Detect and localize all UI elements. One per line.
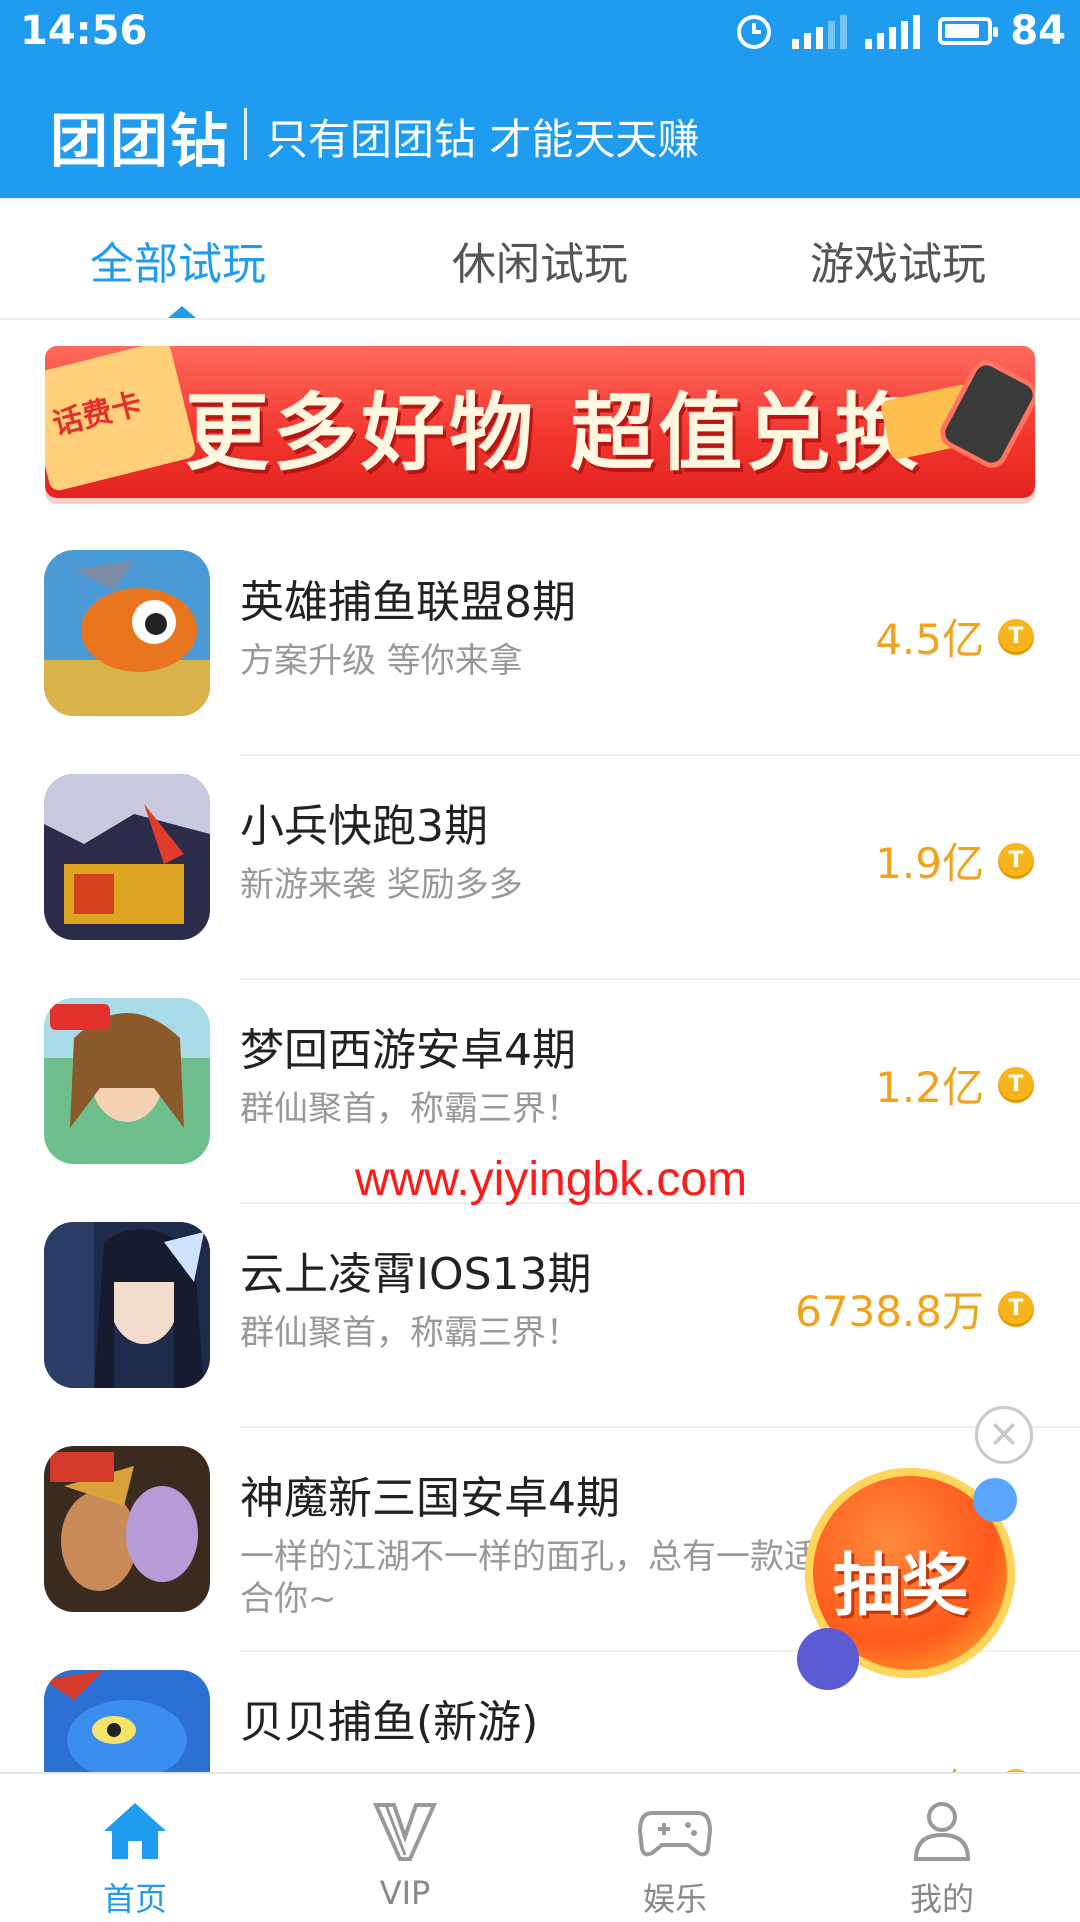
battery-level: 84	[1010, 8, 1066, 54]
item-title: 云上凌霄IOS13期	[240, 1249, 592, 1300]
gamepad-icon	[638, 1811, 712, 1857]
coin-icon: T	[998, 842, 1034, 879]
list-item[interactable]: 云上凌霄IOS13期 群仙聚首，称霸三界！ 6738.8万 T	[0, 1204, 1080, 1428]
coin-icon: T	[998, 1066, 1034, 1103]
item-title: 贝贝捕鱼(新游)	[240, 1697, 539, 1748]
nav-entertainment[interactable]: 娱乐	[595, 1796, 755, 1920]
home-icon	[104, 1803, 166, 1859]
item-subtitle: 方案升级 等你来拿	[240, 641, 523, 681]
coin-icon: T	[998, 1290, 1034, 1327]
nav-vip-label: VIP	[379, 1874, 431, 1912]
game-thumbnail	[44, 774, 210, 940]
nav-me-label: 我的	[909, 1880, 974, 1918]
user-icon	[913, 1802, 971, 1861]
app-slogan: 只有团团钻 才能天天赚	[266, 115, 700, 164]
app-title: 团团钻	[50, 107, 231, 175]
tab-game-trial[interactable]: 游戏试玩	[810, 228, 986, 292]
reward: 4.5亿 T	[875, 606, 1034, 667]
item-subtitle: 一样的江湖不一样的面孔，总有一款适合你~	[240, 1537, 818, 1619]
category-tabs: 全部试玩 休闲试玩 游戏试玩	[0, 198, 1080, 320]
item-title: 小兵快跑3期	[240, 801, 488, 852]
item-title: 神魔新三国安卓4期	[240, 1473, 620, 1524]
status-bar: 14:56 84	[0, 0, 1080, 66]
game-thumbnail	[44, 1446, 210, 1612]
coin-icon: T	[998, 618, 1034, 655]
vip-icon	[372, 1803, 438, 1861]
list-item[interactable]: 英雄捕鱼联盟8期 方案升级 等你来拿 4.5亿 T	[0, 532, 1080, 756]
reward-amount: 1.9亿	[875, 839, 984, 888]
status-time: 14:56	[20, 8, 148, 54]
item-subtitle: 群仙聚首，称霸三界！	[240, 1089, 580, 1129]
signal-4g-icon	[865, 13, 921, 49]
phone-card-graphic: 话费卡	[45, 346, 198, 493]
reward: 3亿 T	[915, 1756, 1034, 1772]
reward-amount: 1.2亿	[875, 1063, 984, 1112]
status-icons: 84	[734, 8, 1066, 54]
reward-amount: 6738.8万	[795, 1287, 984, 1336]
banner-text: 更多好物 超值兑换	[185, 384, 923, 482]
nav-entertainment-label: 娱乐	[642, 1880, 707, 1918]
app-bar: 团团钻 只有团团钻 才能天天赚	[0, 66, 1080, 198]
bottom-nav: 首页 VIP 娱乐 我的	[0, 1772, 1080, 1922]
promo-banner[interactable]: 话费卡 更多好物 超值兑换	[45, 346, 1035, 498]
alarm-icon	[737, 15, 772, 49]
reward: 1.9亿 T	[875, 830, 1034, 891]
reward: 6738.8万 T	[795, 1278, 1034, 1339]
game-thumbnail	[44, 998, 210, 1164]
item-subtitle: 群仙聚首，称霸三界！	[240, 1313, 580, 1353]
decor-bubble	[973, 1478, 1017, 1522]
item-title: 梦回西游安卓4期	[240, 1025, 576, 1076]
list-item[interactable]: 小兵快跑3期 新游来袭 奖励多多 1.9亿 T	[0, 756, 1080, 980]
reward-amount: 4.5亿	[875, 615, 984, 664]
battery-icon	[938, 17, 999, 45]
nav-home-label: 首页	[102, 1880, 167, 1918]
active-tab-indicator	[168, 306, 196, 318]
reward: 1.2亿 T	[875, 1054, 1034, 1115]
game-thumbnail	[44, 550, 210, 716]
nav-home[interactable]: 首页	[55, 1796, 215, 1920]
game-thumbnail	[44, 1670, 210, 1772]
nav-vip[interactable]: VIP	[325, 1796, 485, 1912]
item-title: 英雄捕鱼联盟8期	[240, 577, 576, 628]
lottery-label: 抽奖	[833, 1547, 970, 1626]
nav-me[interactable]: 我的	[862, 1796, 1022, 1920]
item-subtitle: 新游来袭 奖励多多	[240, 865, 523, 905]
watermark-text: www.yiyingbk.com	[355, 1153, 748, 1206]
title-divider	[244, 108, 247, 160]
game-thumbnail	[44, 1222, 210, 1388]
close-icon[interactable]: ✕	[975, 1406, 1033, 1464]
lottery-float-button[interactable]: ✕ 抽奖	[797, 1406, 1033, 1690]
decor-bubble	[797, 1628, 859, 1690]
reward-amount: 3亿	[915, 1756, 984, 1772]
tab-casual-trial[interactable]: 休闲试玩	[452, 228, 628, 292]
signal-icon	[792, 13, 848, 49]
tab-all-trial[interactable]: 全部试玩	[90, 228, 266, 292]
smartwatch-icon	[934, 354, 1035, 474]
